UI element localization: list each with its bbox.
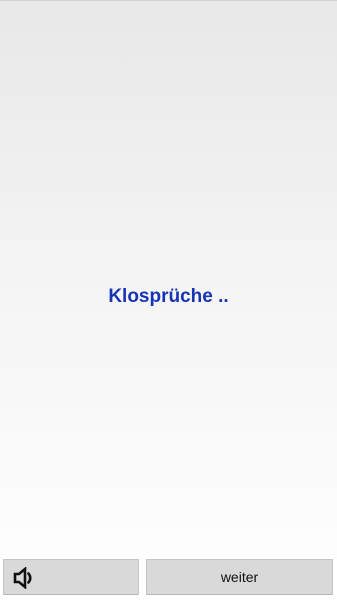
speaker-icon	[13, 567, 32, 589]
next-button[interactable]: weiter	[146, 559, 333, 595]
top-divider	[0, 0, 337, 1]
page-title: Klosprüche ..	[108, 286, 229, 307]
next-button-label: weiter	[220, 569, 259, 585]
sound-button[interactable]	[3, 559, 139, 595]
